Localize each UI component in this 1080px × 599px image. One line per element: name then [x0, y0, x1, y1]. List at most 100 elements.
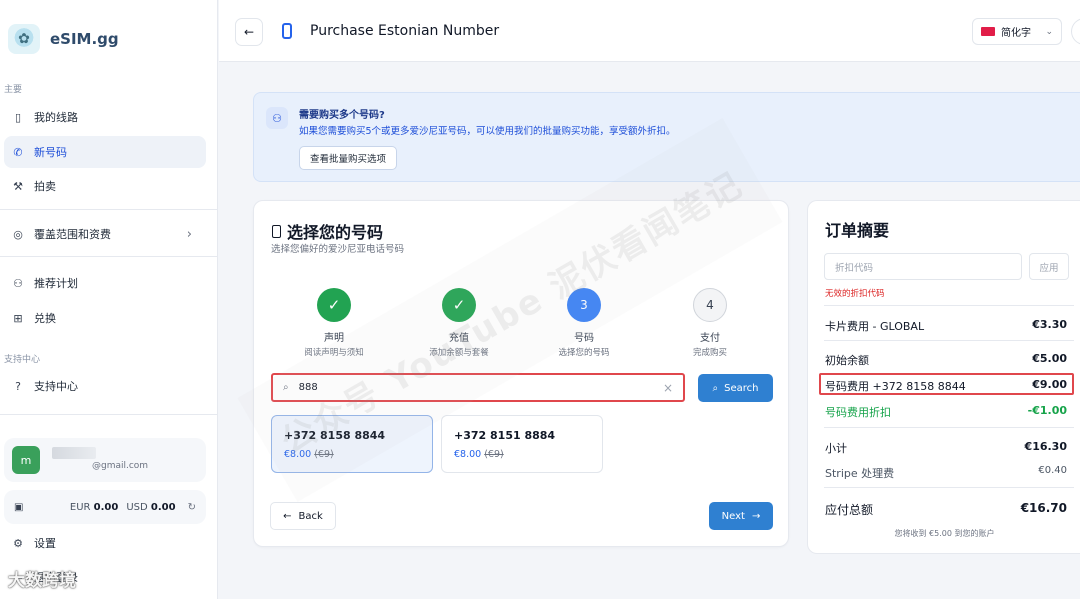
step-payment: 4 支付 完成购买	[655, 288, 765, 358]
brand[interactable]: ✿ eSIM.gg	[8, 24, 119, 54]
user-card[interactable]: m @gmail.com	[4, 438, 206, 482]
step-desc: 阅读声明与须知	[304, 348, 364, 358]
user-name-redacted	[52, 447, 96, 459]
gear-icon: ⚙	[13, 536, 23, 550]
sidebar-item-label: 新号码	[34, 146, 67, 159]
banner-text: 如果您需要购买5个或更多爱沙尼亚号码，可以使用我们的批量购买功能，享受额外折扣。	[299, 126, 676, 137]
sidebar-divider	[0, 256, 218, 257]
topbar: ← Purchase Estonian Number 简化字 ⌄	[219, 0, 1080, 62]
divider	[824, 340, 1074, 341]
check-icon: ✓	[317, 288, 351, 322]
watermark-bottom: 大数跨境	[8, 571, 76, 591]
row-value: €16.30	[1024, 440, 1067, 453]
old-price: (€9)	[484, 449, 504, 460]
step-declaration: ✓ 声明 阅读声明与须知	[279, 288, 389, 358]
divider	[824, 427, 1074, 428]
usd-value: 0.00	[150, 501, 176, 513]
row-value: €16.70	[1020, 501, 1067, 515]
step-topup: ✓ 充值 添加余额与套餐	[404, 288, 514, 358]
user-email: @gmail.com	[92, 461, 149, 471]
back-arrow-button[interactable]: ←	[235, 18, 263, 46]
step-desc: 选择您的号码	[558, 348, 610, 358]
sidebar-divider	[0, 414, 218, 415]
step-label: 号码	[574, 333, 594, 344]
sidebar-item-support[interactable]: ? 支持中心	[4, 370, 206, 402]
row-value: €9.00	[1032, 378, 1067, 391]
sidebar-item-my-lines[interactable]: ▯ 我的线路	[4, 101, 206, 133]
language-select[interactable]: 简化字 ⌄	[972, 18, 1062, 45]
back-button[interactable]: ← Back	[270, 502, 336, 530]
balance-card: ▣ EUR 0.00 USD 0.00 ↻	[4, 490, 206, 524]
header-extra-button[interactable]	[1071, 18, 1080, 45]
flag-icon	[981, 27, 995, 36]
card-title-text: 选择您的号码	[287, 223, 384, 242]
sidebar-item-settings[interactable]: ⚙ 设置	[4, 527, 206, 559]
phone-icon: ▯	[14, 110, 22, 124]
row-label: 应付总额	[825, 503, 874, 517]
sidebar-item-label: 拍卖	[34, 180, 56, 193]
chevron-down-icon: ⌄	[1045, 26, 1053, 37]
brand-logo-icon: ✿	[8, 24, 40, 54]
number-option-selected[interactable]: +372 8158 8844 €8.00 (€9)	[271, 415, 433, 473]
sidebar-item-label: 覆盖范围和资费	[34, 228, 111, 241]
row-subtotal: 小计 €16.30	[825, 440, 1067, 456]
row-label: Stripe 处理费	[825, 467, 895, 480]
sidebar-divider	[0, 209, 218, 210]
row-value: €3.30	[1032, 318, 1067, 331]
sidebar-item-new-number[interactable]: ✆ 新号码	[4, 136, 206, 168]
bulk-options-button[interactable]: 查看批量购买选项	[299, 146, 397, 170]
divider	[824, 305, 1074, 306]
sidebar-item-auction[interactable]: ⚒ 拍卖	[4, 170, 206, 202]
old-price: (€9)	[314, 449, 334, 460]
usd-label: USD	[126, 501, 148, 513]
apply-coupon-button[interactable]: 应用	[1029, 253, 1069, 280]
sidebar-item-label: 推荐计划	[34, 277, 78, 290]
row-value: -€1.00	[1027, 404, 1067, 417]
choose-number-card: 选择您的号码 选择您偏好的爱沙尼亚电话号码 ✓ 声明 阅读声明与须知 ✓ 充值 …	[253, 200, 789, 547]
banner-title: 需要购买多个号码?	[299, 110, 385, 121]
row-label: 卡片费用 - GLOBAL	[825, 320, 925, 333]
user-info: @gmail.com	[52, 445, 192, 475]
number-value: +372 8158 8844	[284, 429, 386, 442]
number-value: +372 8151 8884	[454, 429, 556, 442]
coupon-input[interactable]: 折扣代码	[824, 253, 1022, 280]
phone-call-icon: ✆	[13, 145, 23, 159]
arrow-left-icon: ←	[243, 25, 255, 39]
eur-label: EUR	[69, 501, 91, 513]
clear-icon[interactable]: ×	[663, 381, 673, 395]
row-value: €5.00	[1032, 352, 1067, 365]
arrow-left-icon: ←	[283, 510, 292, 522]
brand-name: eSIM.gg	[50, 30, 119, 48]
step-label: 充值	[449, 333, 469, 344]
next-button[interactable]: Next →	[709, 502, 773, 530]
sidebar-section-support: 支持中心	[4, 355, 41, 365]
row-total: 应付总额 €16.70	[825, 501, 1067, 518]
order-summary-card: 订单摘要 折扣代码 应用 无效的折扣代码 卡片费用 - GLOBAL €3.30…	[807, 200, 1080, 554]
row-stripe-fee: Stripe 处理费 €0.40	[825, 465, 1067, 481]
language-label: 简化字	[1001, 28, 1031, 39]
sidebar-item-coverage[interactable]: ◎ 覆盖范围和资费 ›	[4, 218, 206, 250]
refresh-icon[interactable]: ↻	[188, 502, 196, 513]
avatar: m	[12, 446, 40, 474]
number-option[interactable]: +372 8151 8884 €8.00 (€9)	[441, 415, 603, 473]
number-search-input[interactable]: ⌕ 888 ×	[271, 373, 685, 402]
users-icon: ⚇	[13, 276, 23, 290]
next-label: Next	[721, 510, 745, 522]
globe-icon: ◎	[13, 227, 23, 241]
phone-icon	[282, 23, 292, 39]
sidebar-item-referral[interactable]: ⚇ 推荐计划	[4, 267, 206, 299]
sidebar-item-redeem[interactable]: ⊞ 兑换	[4, 302, 206, 334]
check-icon: ✓	[442, 288, 476, 322]
card-title: 选择您的号码	[272, 219, 383, 243]
eur-value: 0.00	[93, 501, 119, 513]
bulk-purchase-banner: ⚇ 需要购买多个号码? 如果您需要购买5个或更多爱沙尼亚号码，可以使用我们的批量…	[253, 92, 1080, 182]
divider	[824, 487, 1074, 488]
number-price: €8.00 (€9)	[454, 449, 504, 460]
sidebar: ✿ eSIM.gg 主要 ▯ 我的线路 ✆ 新号码 ⚒ 拍卖 ◎ 覆盖范围和资费…	[0, 0, 218, 599]
search-button[interactable]: ⌕ Search	[698, 374, 773, 402]
back-label: Back	[298, 510, 323, 522]
order-note: 您将收到 €5.00 到您的账户	[894, 529, 995, 538]
gift-icon: ⊞	[13, 311, 23, 325]
search-value: 888	[298, 382, 318, 393]
order-title: 订单摘要	[825, 221, 890, 240]
